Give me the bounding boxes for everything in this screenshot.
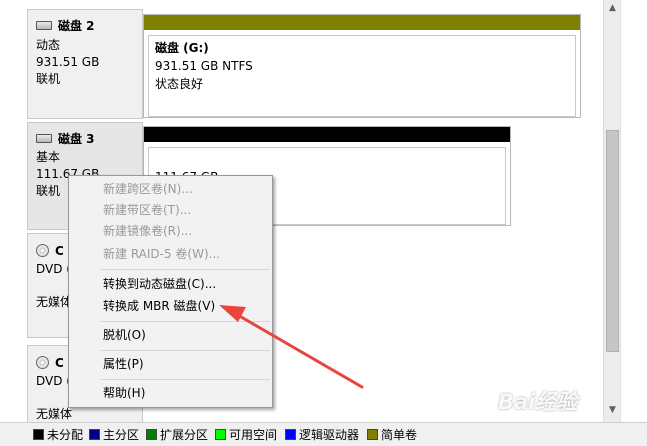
legend-bar: 未分配 主分区 扩展分区 可用空间 逻辑驱动器 简单卷: [0, 422, 647, 446]
volume-g-size: 931.51 GB NTFS: [155, 59, 253, 73]
scrollbar-thumb[interactable]: [606, 130, 619, 352]
volume-g[interactable]: 磁盘 (G:) 931.51 GB NTFS 状态良好: [143, 14, 581, 118]
volume-g-color-bar: [144, 15, 580, 30]
hard-disk-icon: [36, 21, 52, 30]
menu-new-spanned-volume[interactable]: 新建跨区卷(N)...: [70, 179, 271, 199]
legend-unallocated: 未分配: [33, 428, 83, 442]
disk-2-type: 动态: [36, 38, 61, 52]
legend-logical: 逻辑驱动器: [285, 428, 359, 442]
cdrom-0-type: DVD (: [36, 262, 71, 276]
disk-2-name: 磁盘 2: [58, 19, 95, 33]
volume-g-name: 磁盘 (G:): [155, 41, 209, 55]
legend-swatch: [33, 429, 44, 440]
menu-help[interactable]: 帮助(H): [70, 383, 271, 403]
menu-separator: [100, 269, 270, 270]
menu-new-raid5-volume[interactable]: 新建 RAID-5 卷(W)...: [70, 244, 271, 264]
menu-separator: [100, 321, 270, 322]
scroll-up-icon[interactable]: ▲: [607, 2, 618, 14]
menu-separator: [100, 379, 270, 380]
hard-disk-icon: [36, 134, 52, 143]
cdrom-0-name: C: [55, 244, 64, 258]
disk-row-2: 磁盘 2 动态 931.51 GB 联机 磁盘 (G:) 931.51 GB N…: [27, 9, 617, 119]
disk-2-size: 931.51 GB: [36, 55, 100, 69]
cd-drive-icon: [36, 356, 49, 369]
disk-3-status: 联机: [36, 184, 61, 198]
legend-extended: 扩展分区: [146, 428, 208, 442]
scroll-down-icon[interactable]: ▼: [607, 404, 618, 416]
disk-3-name: 磁盘 3: [58, 132, 95, 146]
disk-3-type: 基本: [36, 150, 61, 164]
disk-2-status: 联机: [36, 72, 61, 86]
cdrom-1-type: DVD (: [36, 374, 71, 388]
legend-free-space: 可用空间: [215, 428, 277, 442]
cd-drive-icon: [36, 244, 49, 257]
menu-new-mirrored-volume[interactable]: 新建镜像卷(R)...: [70, 221, 271, 241]
legend-simple: 简单卷: [367, 428, 417, 442]
cdrom-1-name: C: [55, 356, 64, 370]
legend-swatch: [146, 429, 157, 440]
menu-convert-dynamic[interactable]: 转换到动态磁盘(C)...: [70, 274, 271, 294]
menu-convert-mbr[interactable]: 转换成 MBR 磁盘(V): [70, 296, 271, 316]
menu-properties[interactable]: 属性(P): [70, 354, 271, 374]
legend-swatch: [89, 429, 100, 440]
vertical-scrollbar[interactable]: ▲ ▼: [603, 0, 620, 422]
watermark-logo: Bai经验: [498, 390, 578, 414]
legend-primary: 主分区: [89, 428, 139, 442]
volume-g-health: 状态良好: [155, 77, 204, 91]
window-edge: [620, 0, 647, 446]
unallocated-color-bar: [144, 127, 510, 142]
menu-separator: [100, 350, 270, 351]
legend-swatch: [367, 429, 378, 440]
context-menu: 新建跨区卷(N)... 新建带区卷(T)... 新建镜像卷(R)... 新建 R…: [68, 175, 273, 408]
disk-2-info[interactable]: 磁盘 2 动态 931.51 GB 联机: [27, 9, 143, 119]
cdrom-1-status: 无媒体: [36, 407, 73, 421]
legend-swatch: [215, 429, 226, 440]
legend-swatch: [285, 429, 296, 440]
menu-new-striped-volume[interactable]: 新建带区卷(T)...: [70, 200, 271, 220]
menu-offline[interactable]: 脱机(O): [70, 325, 271, 345]
cdrom-0-status: 无媒体: [36, 295, 73, 309]
